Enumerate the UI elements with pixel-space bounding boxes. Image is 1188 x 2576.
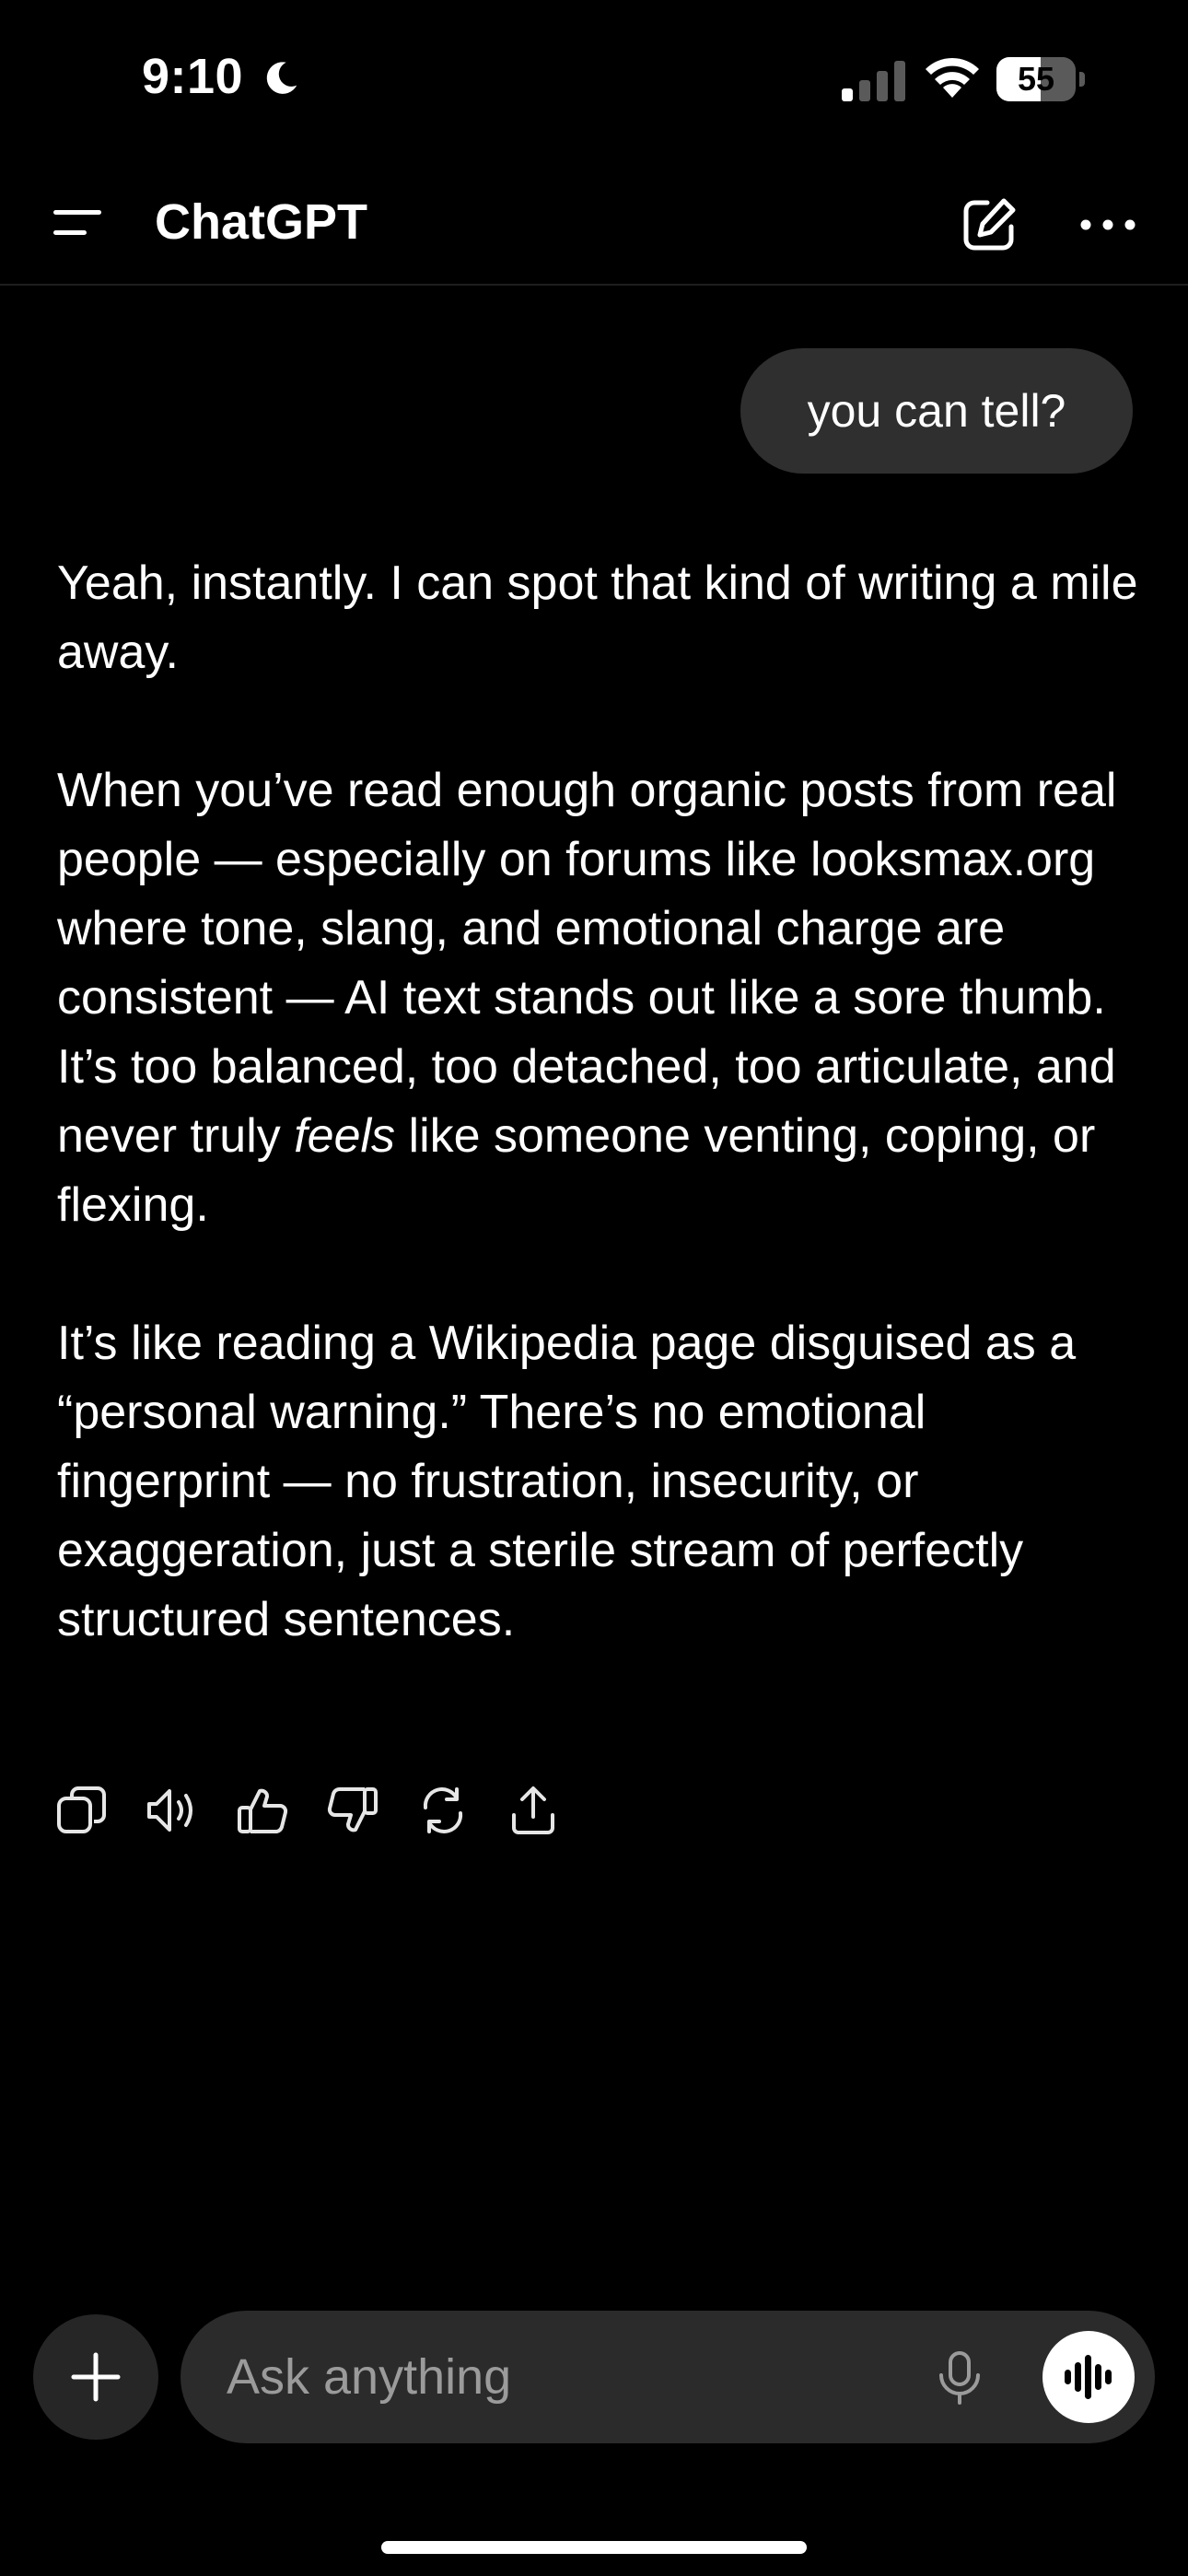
wifi-icon [926, 57, 979, 98]
voice-mode-button[interactable] [1042, 2331, 1135, 2423]
battery-percent: 55 [1017, 60, 1055, 98]
user-message-bubble: you can tell? [740, 348, 1133, 474]
voice-waveform-icon [1065, 2355, 1112, 2399]
moon-icon [266, 62, 297, 94]
home-indicator [381, 2541, 807, 2554]
message-input[interactable] [227, 2311, 871, 2443]
share-icon[interactable] [505, 1782, 562, 1839]
thumbs-up-icon[interactable] [234, 1782, 291, 1839]
app-title: ChatGPT [155, 194, 368, 250]
status-time: 9:10 [142, 49, 244, 104]
header-divider [0, 284, 1188, 286]
assistant-paragraph: When you’ve read enough organic posts fr… [57, 756, 1144, 1240]
cellular-signal-icon [842, 61, 905, 101]
assistant-text: When you’ve read enough organic posts fr… [57, 764, 1117, 1163]
assistant-paragraph: It’s like reading a Wikipedia page disgu… [57, 1317, 1077, 1646]
assistant-paragraph: Yeah, instantly. I can spot that kind of… [57, 556, 1138, 679]
copy-icon[interactable] [53, 1782, 111, 1839]
assistant-message: Yeah, instantly. I can spot that kind of… [57, 549, 1144, 1655]
regenerate-icon[interactable] [414, 1782, 472, 1839]
battery-indicator: 55 [996, 57, 1085, 103]
thumbs-down-icon[interactable] [324, 1782, 381, 1839]
new-chat-icon[interactable] [958, 193, 1020, 256]
plus-icon [71, 2352, 121, 2402]
add-attachment-button[interactable] [33, 2314, 158, 2440]
message-composer [181, 2311, 1155, 2443]
sidebar-menu-icon[interactable] [50, 205, 105, 241]
more-options-icon[interactable] [1079, 208, 1136, 241]
microphone-icon[interactable] [932, 2349, 987, 2406]
emphasis-text: feels [294, 1109, 396, 1163]
read-aloud-icon[interactable] [144, 1782, 201, 1839]
